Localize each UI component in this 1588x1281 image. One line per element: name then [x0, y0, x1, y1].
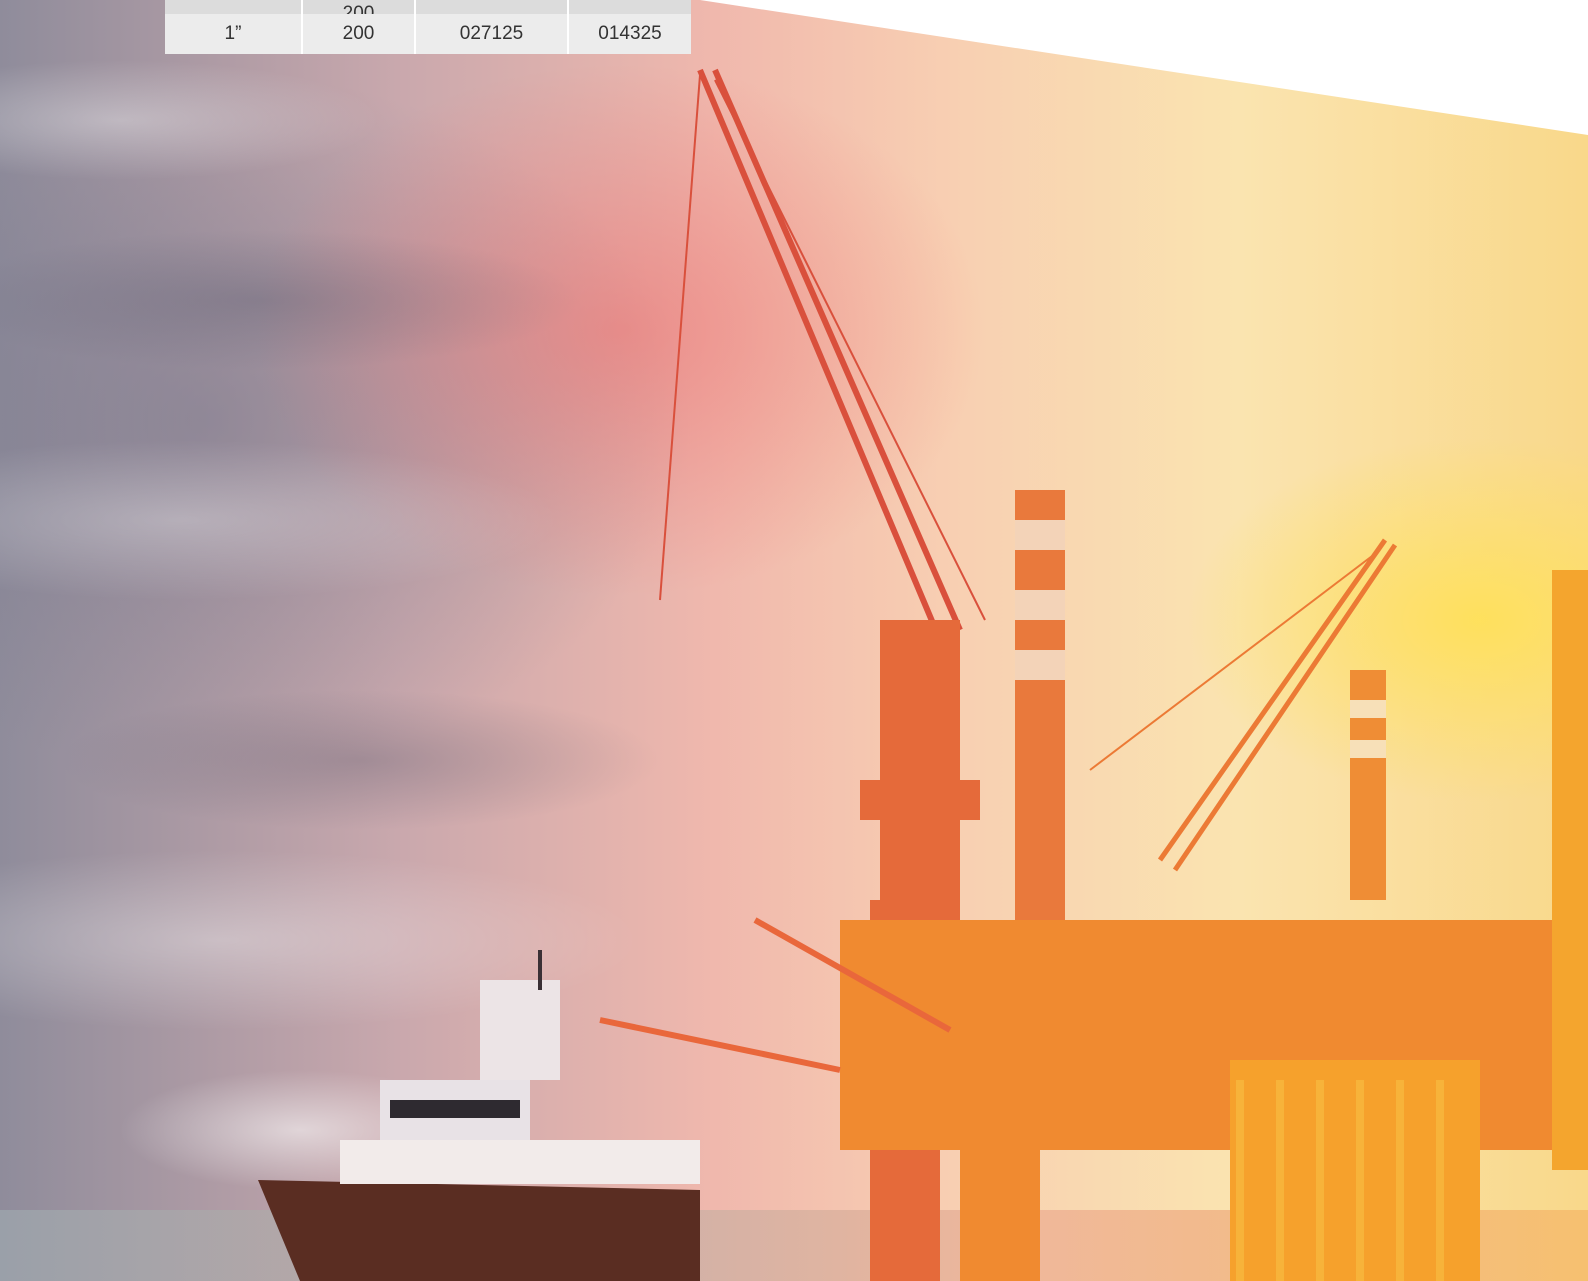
platform-deck	[840, 920, 1588, 1281]
pressure-cell: 200	[302, 14, 416, 54]
main-crane	[659, 68, 986, 642]
table-cell	[568, 0, 691, 14]
size-cell: 1”	[165, 14, 303, 54]
right-tower	[1552, 570, 1588, 1170]
table-cell	[165, 0, 303, 14]
flare-stack	[1015, 490, 1065, 930]
table-cell	[415, 0, 569, 14]
supply-vessel	[258, 950, 700, 1281]
second-crane	[1089, 538, 1398, 872]
offshore-rig-photo	[0, 0, 1588, 1281]
table-row: 1” 200 027125 014325	[165, 14, 691, 54]
spec-table: 200 1” 200 027125 014325	[165, 0, 691, 54]
table-cell: 200	[302, 0, 416, 14]
table-row-partial: 200	[165, 0, 691, 14]
part-number-cell: 027125	[415, 14, 569, 54]
part-number-cell: 014325	[568, 14, 691, 54]
rig-silhouettes	[258, 68, 1588, 1281]
second-stack	[1350, 670, 1386, 900]
